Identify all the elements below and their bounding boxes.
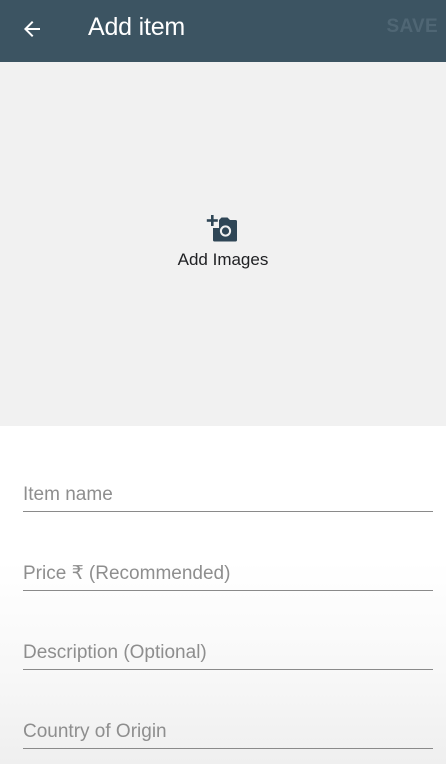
- description-field[interactable]: [23, 630, 433, 670]
- country-of-origin-input[interactable]: [23, 721, 433, 743]
- item-name-input[interactable]: [23, 484, 433, 506]
- add-images-label: Add Images: [177, 250, 269, 269]
- add-a-photo-icon: [206, 214, 240, 244]
- page-title: Add item: [88, 13, 186, 41]
- image-upload-area[interactable]: Add Images: [0, 62, 446, 426]
- item-name-field[interactable]: [23, 472, 433, 512]
- save-button[interactable]: SAVE: [386, 16, 438, 38]
- price-input[interactable]: [23, 563, 433, 585]
- description-input[interactable]: [23, 642, 433, 664]
- back-button[interactable]: [12, 9, 52, 49]
- app-bar: Add item SAVE: [0, 0, 446, 62]
- arrow-left-icon: [24, 21, 40, 37]
- add-images-button[interactable]: Add Images: [0, 214, 446, 270]
- item-form: [0, 426, 446, 764]
- country-of-origin-field[interactable]: [23, 709, 433, 749]
- price-field[interactable]: [23, 551, 433, 591]
